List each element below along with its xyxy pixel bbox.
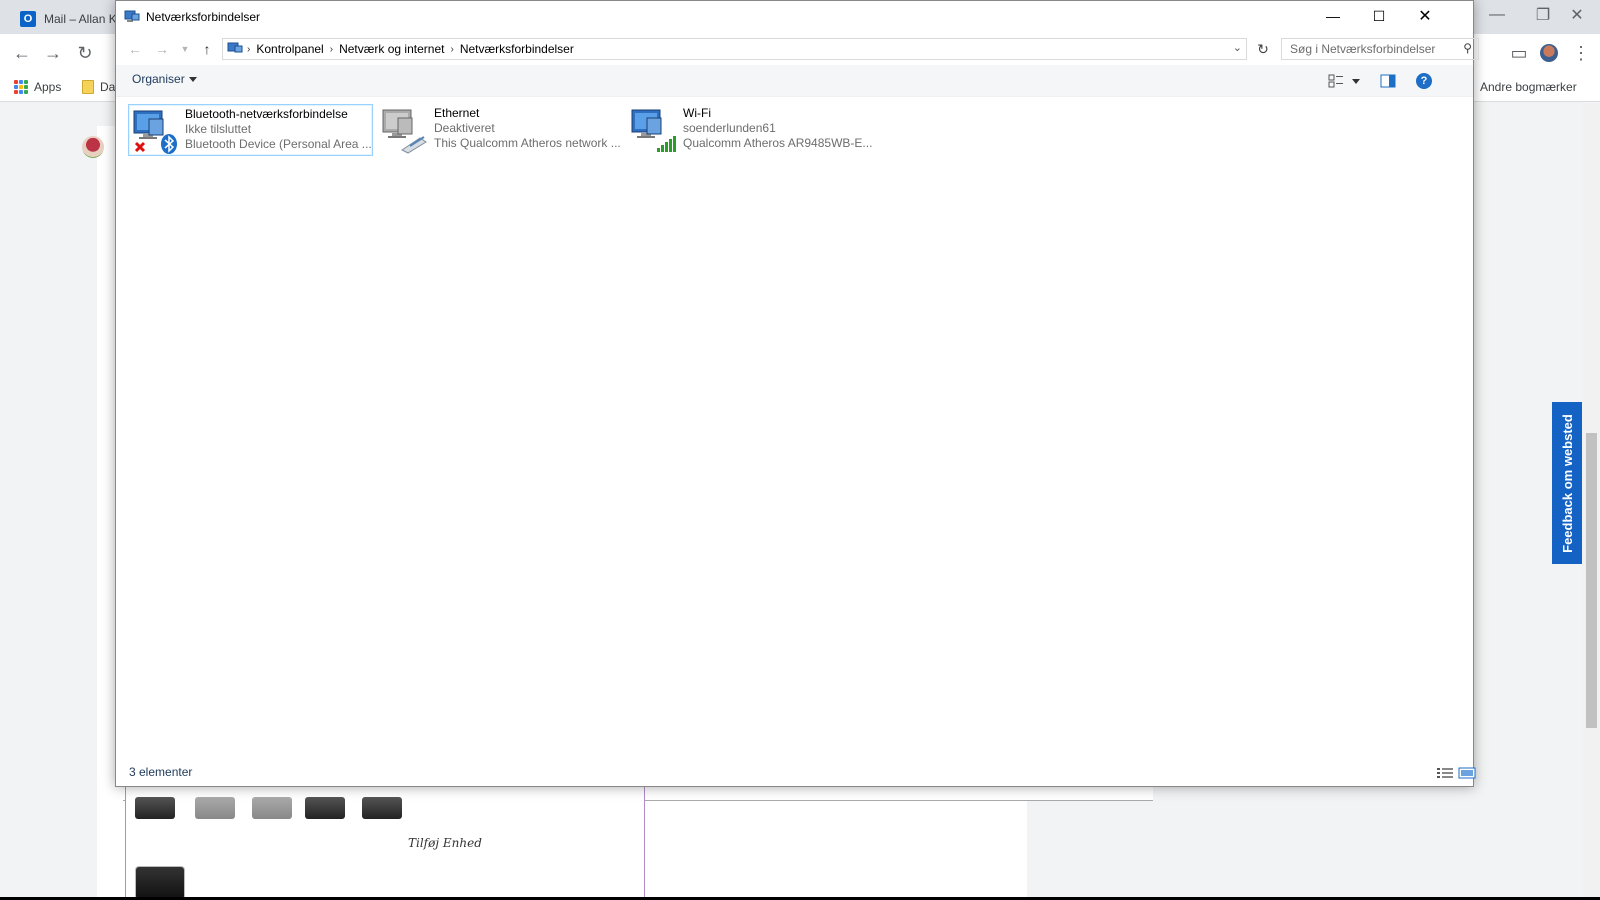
connection-device: This Qualcomm Atheros network ... xyxy=(434,136,621,150)
wifi-network-icon xyxy=(629,106,677,154)
connection-name: Ethernet xyxy=(434,106,480,120)
search-placeholder: Søg i Netværksforbindelser xyxy=(1290,42,1436,56)
view-options-chevron-icon[interactable] xyxy=(1350,72,1362,90)
connection-status: soenderlunden61 xyxy=(683,121,776,135)
preview-pane-icon[interactable] xyxy=(1378,72,1398,90)
folder-icon xyxy=(82,80,94,94)
browser-close-button[interactable]: ✕ xyxy=(1554,0,1600,30)
refresh-icon[interactable]: ↻ xyxy=(1252,38,1274,60)
network-connections-window: Netværksforbindelser — ☐ ✕ ← → ▼ ↑ › Kon… xyxy=(115,0,1479,787)
browser-forward-icon[interactable]: → xyxy=(40,40,66,66)
close-button[interactable]: ✕ xyxy=(1402,1,1448,31)
details-view-icon[interactable] xyxy=(1436,767,1454,779)
bookmark-label: Apps xyxy=(34,80,62,94)
feedback-tab[interactable]: Feedback om websted xyxy=(1552,402,1582,564)
device-icon xyxy=(252,797,292,819)
device-icon xyxy=(195,797,235,819)
connection-device: Bluetooth Device (Personal Area ... xyxy=(185,137,372,151)
device-icon xyxy=(362,797,402,819)
connection-text: Ethernet Deaktiveret This Qualcomm Ather… xyxy=(434,106,621,154)
help-icon: ? xyxy=(1416,73,1432,89)
item-count: 3 elementer xyxy=(129,765,193,779)
printer-icon xyxy=(135,866,185,900)
window-title: Netværksforbindelser xyxy=(146,9,261,24)
recent-locations-chevron-icon[interactable]: ▼ xyxy=(174,38,196,60)
connection-name: Wi-Fi xyxy=(683,106,711,120)
breadcrumb-kontrolpanel[interactable]: Kontrolpanel xyxy=(250,42,329,56)
breadcrumb-netvaerksforbindelser[interactable]: Netværksforbindelser xyxy=(454,42,580,56)
cast-icon[interactable]: ▭ xyxy=(1506,40,1532,66)
browser-back-icon[interactable]: ← xyxy=(9,40,35,66)
other-bookmarks[interactable]: Andre bogmærker xyxy=(1480,77,1577,97)
browser-tab-title: Mail – Allan K xyxy=(44,12,117,26)
ethernet-network-icon xyxy=(380,106,428,154)
connection-device: Qualcomm Atheros AR9485WB-E... xyxy=(683,136,873,150)
browser-menu-icon[interactable]: ⋮ xyxy=(1568,40,1594,66)
search-icon: ⚲ xyxy=(1463,41,1472,55)
address-bar[interactable]: › Kontrolpanel › Netværk og internet › N… xyxy=(222,38,1247,60)
connection-item-bluetooth[interactable]: Bluetooth-netværksforbindelse Ikke tilsl… xyxy=(128,104,373,156)
browser-minimize-button[interactable]: — xyxy=(1474,0,1520,30)
up-arrow-icon[interactable]: ↑ xyxy=(196,38,218,60)
dropdown-arrow-icon xyxy=(188,76,197,82)
network-connections-icon xyxy=(124,10,140,22)
connection-status: Deaktiveret xyxy=(434,121,495,135)
connection-text: Bluetooth-netværksforbindelse Ikke tilsl… xyxy=(185,107,372,153)
connection-text: Wi-Fi soenderlunden61 Qualcomm Atheros A… xyxy=(683,106,872,154)
window-titlebar[interactable]: Netværksforbindelser — ☐ ✕ xyxy=(116,1,1473,32)
browser-tab-mail[interactable]: O Mail – Allan K xyxy=(12,4,122,34)
page-scrollbar[interactable] xyxy=(1583,103,1600,900)
device-icon xyxy=(305,797,345,819)
page-scrollbar-thumb[interactable] xyxy=(1586,433,1597,728)
connection-item-ethernet[interactable]: Ethernet Deaktiveret This Qualcomm Ather… xyxy=(378,104,623,156)
breadcrumb-netvaerk-og-internet[interactable]: Netværk og internet xyxy=(333,42,450,56)
other-bookmarks-label: Andre bogmærker xyxy=(1480,80,1577,94)
bookmark-da[interactable]: Da xyxy=(82,77,115,97)
browser-reload-icon[interactable]: ↻ xyxy=(72,40,98,66)
profile-avatar[interactable] xyxy=(1536,40,1562,66)
bluetooth-network-icon xyxy=(131,107,179,155)
device-icon xyxy=(135,797,175,819)
control-panel-icon xyxy=(227,42,243,53)
bookmark-apps[interactable]: Apps xyxy=(14,77,61,97)
large-icons-view-icon[interactable] xyxy=(1458,767,1476,779)
status-bar: 3 elementer xyxy=(116,761,1476,785)
connections-list: Bluetooth-netværksforbindelse Ikke tilsl… xyxy=(116,98,1473,758)
navigation-bar: ← → ▼ ↑ › Kontrolpanel › Netværk og inte… xyxy=(116,34,1479,64)
connection-item-wifi[interactable]: Wi-Fi soenderlunden61 Qualcomm Atheros A… xyxy=(627,104,872,156)
site-logo xyxy=(82,136,104,158)
back-arrow-icon[interactable]: ← xyxy=(124,38,146,60)
apps-grid-icon xyxy=(14,80,28,94)
command-bar: Organiser ? xyxy=(116,65,1473,97)
forward-arrow-icon[interactable]: → xyxy=(151,38,173,60)
minimize-button[interactable]: — xyxy=(1310,1,1356,31)
connection-status: Ikke tilsluttet xyxy=(185,122,252,136)
change-view-icon[interactable] xyxy=(1326,72,1346,90)
organize-button[interactable]: Organiser xyxy=(132,72,197,86)
help-button[interactable]: ? xyxy=(1414,72,1434,90)
search-input[interactable]: Søg i Netværksforbindelser ⚲ xyxy=(1281,38,1479,60)
connection-name: Bluetooth-netværksforbindelse xyxy=(185,107,348,121)
bookmark-label: Da xyxy=(100,80,116,94)
address-dropdown-icon[interactable]: ⌄ xyxy=(1233,41,1242,54)
maximize-button[interactable]: ☐ xyxy=(1356,1,1402,31)
add-device-label: Tilføj Enhed xyxy=(408,836,482,850)
organize-label: Organiser xyxy=(132,72,185,86)
outlook-icon: O xyxy=(20,11,36,27)
feedback-label: Feedback om websted xyxy=(1559,413,1575,553)
